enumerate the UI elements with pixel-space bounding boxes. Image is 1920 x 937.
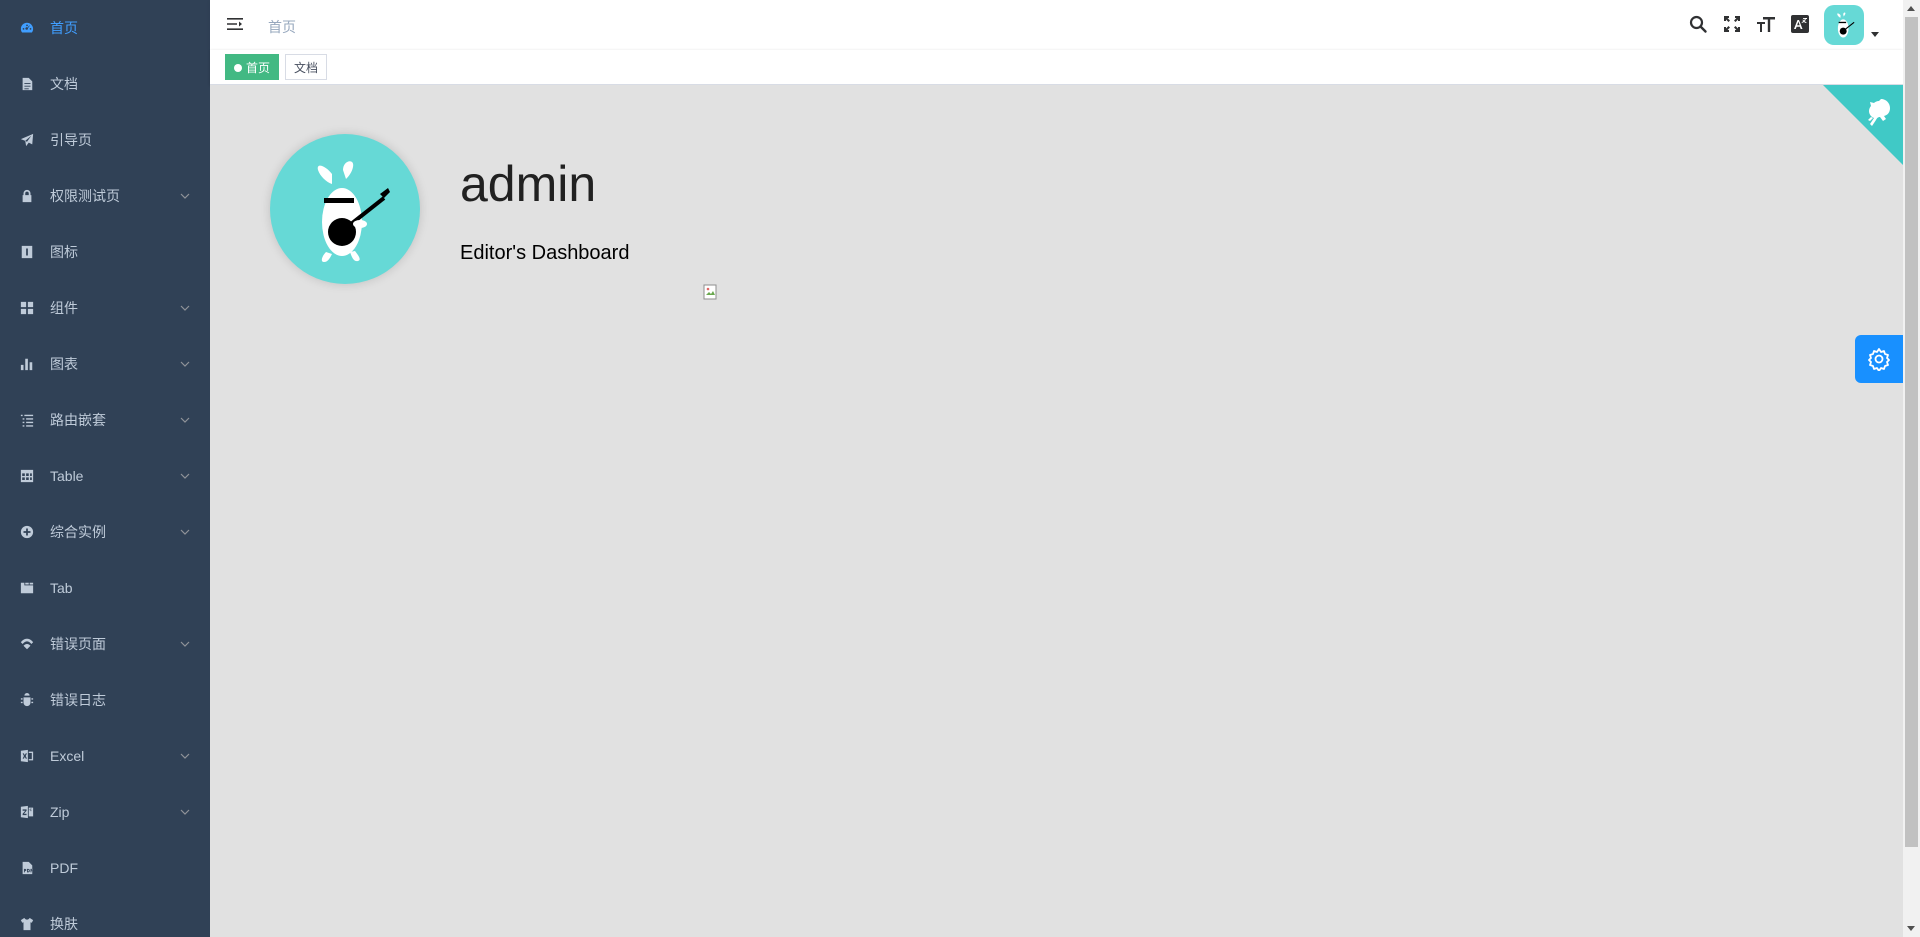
documentation-icon bbox=[19, 76, 35, 92]
sidebar-item-label: 权限测试页 bbox=[50, 188, 120, 204]
sidebar-item-label: 首页 bbox=[50, 20, 78, 36]
user-avatar[interactable] bbox=[1824, 5, 1864, 45]
sidebar-item-nested[interactable]: 路由嵌套 bbox=[0, 392, 210, 448]
username: admin bbox=[460, 156, 597, 212]
fullscreen-icon[interactable] bbox=[1722, 14, 1742, 34]
sidebar: 首页 文档 引导页 权限测试页 图标 组件 图表 路由嵌套 Table 综合实例… bbox=[0, 0, 210, 937]
sidebar-item-zip[interactable]: Zip bbox=[0, 784, 210, 840]
settings-button[interactable] bbox=[1855, 335, 1903, 383]
tag-documentation[interactable]: 文档 bbox=[285, 54, 328, 80]
sidebar-item-label: 图标 bbox=[50, 244, 78, 260]
chevron-down-icon bbox=[180, 751, 190, 761]
lock-icon bbox=[19, 188, 35, 204]
sidebar-item-example[interactable]: 综合实例 bbox=[0, 504, 210, 560]
tags-view: 首页 文档 bbox=[210, 50, 1903, 85]
sidebar-item-label: 路由嵌套 bbox=[50, 412, 106, 428]
zip-icon bbox=[19, 804, 35, 820]
sidebar-item-label: Table bbox=[50, 468, 84, 484]
excel-icon bbox=[19, 748, 35, 764]
sidebar-item-label: 综合实例 bbox=[50, 524, 106, 540]
sidebar-item-documentation[interactable]: 文档 bbox=[0, 56, 210, 112]
chevron-down-icon bbox=[180, 807, 190, 817]
table-icon bbox=[19, 468, 35, 484]
github-corner[interactable] bbox=[1823, 85, 1903, 165]
sidebar-item-pdf[interactable]: PDF bbox=[0, 840, 210, 896]
sidebar-item-label: 图表 bbox=[50, 356, 78, 372]
sidebar-item-label: Excel bbox=[50, 748, 85, 764]
sidebar-item-label: 错误页面 bbox=[50, 636, 106, 652]
sidebar-item-error-log[interactable]: 错误日志 bbox=[0, 672, 210, 728]
icon-icon bbox=[19, 244, 35, 260]
tag-label: 首页 bbox=[246, 61, 271, 75]
sidebar-item-charts[interactable]: 图表 bbox=[0, 336, 210, 392]
scroll-down-icon[interactable] bbox=[1907, 926, 1915, 931]
sidebar-item-theme[interactable]: 换肤 bbox=[0, 896, 210, 937]
navbar: 首页 bbox=[210, 0, 1903, 50]
bug-icon bbox=[19, 692, 35, 708]
chevron-down-icon bbox=[180, 471, 190, 481]
chevron-down-icon bbox=[180, 527, 190, 537]
active-dot-icon bbox=[234, 64, 242, 72]
broken-image-icon bbox=[703, 284, 719, 300]
chevron-down-icon bbox=[180, 415, 190, 425]
404-icon bbox=[19, 636, 35, 652]
sidebar-item-icons[interactable]: 图标 bbox=[0, 224, 210, 280]
sidebar-item-guide[interactable]: 引导页 bbox=[0, 112, 210, 168]
sidebar-item-label: 换肤 bbox=[50, 916, 78, 932]
sidebar-item-label: 错误日志 bbox=[50, 692, 106, 708]
user-avatar-large bbox=[270, 134, 420, 284]
chart-icon bbox=[19, 356, 35, 372]
chevron-down-icon bbox=[180, 639, 190, 649]
sidebar-item-tab[interactable]: Tab bbox=[0, 560, 210, 616]
component-icon bbox=[19, 300, 35, 316]
example-icon bbox=[19, 524, 35, 540]
sidebar-item-label: Zip bbox=[50, 804, 70, 820]
hamburger-icon[interactable] bbox=[226, 15, 244, 33]
tab-icon bbox=[19, 580, 35, 596]
scroll-thumb[interactable] bbox=[1905, 17, 1918, 847]
sidebar-item-table[interactable]: Table bbox=[0, 448, 210, 504]
scroll-up-icon[interactable] bbox=[1907, 6, 1915, 11]
pdf-icon bbox=[19, 860, 35, 876]
language-icon[interactable] bbox=[1790, 14, 1810, 34]
chevron-down-icon bbox=[180, 359, 190, 369]
sidebar-item-label: 文档 bbox=[50, 76, 78, 92]
sidebar-item-components[interactable]: 组件 bbox=[0, 280, 210, 336]
sidebar-item-excel[interactable]: Excel bbox=[0, 728, 210, 784]
sidebar-item-label: 组件 bbox=[50, 300, 78, 316]
breadcrumb[interactable]: 首页 bbox=[268, 17, 296, 37]
dashboard-icon bbox=[19, 20, 35, 36]
sidebar-item-dashboard[interactable]: 首页 bbox=[0, 0, 210, 56]
tag-label: 文档 bbox=[294, 61, 319, 75]
chevron-down-icon bbox=[180, 303, 190, 313]
caret-down-icon[interactable] bbox=[1871, 32, 1879, 37]
theme-icon bbox=[19, 916, 35, 932]
sidebar-item-label: Tab bbox=[50, 580, 73, 596]
sidebar-item-permission[interactable]: 权限测试页 bbox=[0, 168, 210, 224]
sidebar-item-error-pages[interactable]: 错误页面 bbox=[0, 616, 210, 672]
dashboard-role-text: Editor's Dashboard bbox=[460, 242, 630, 264]
sidebar-item-label: 引导页 bbox=[50, 132, 92, 148]
page-scrollbar[interactable] bbox=[1903, 0, 1920, 937]
tag-dashboard[interactable]: 首页 bbox=[225, 54, 280, 80]
chevron-down-icon bbox=[180, 191, 190, 201]
gear-icon bbox=[1868, 348, 1890, 371]
search-icon[interactable] bbox=[1688, 14, 1708, 34]
sidebar-item-label: PDF bbox=[50, 860, 78, 876]
dashboard-main: admin Editor's Dashboard bbox=[210, 85, 1903, 937]
size-icon[interactable] bbox=[1756, 14, 1776, 34]
guide-icon bbox=[19, 132, 35, 148]
nested-icon bbox=[19, 412, 35, 428]
